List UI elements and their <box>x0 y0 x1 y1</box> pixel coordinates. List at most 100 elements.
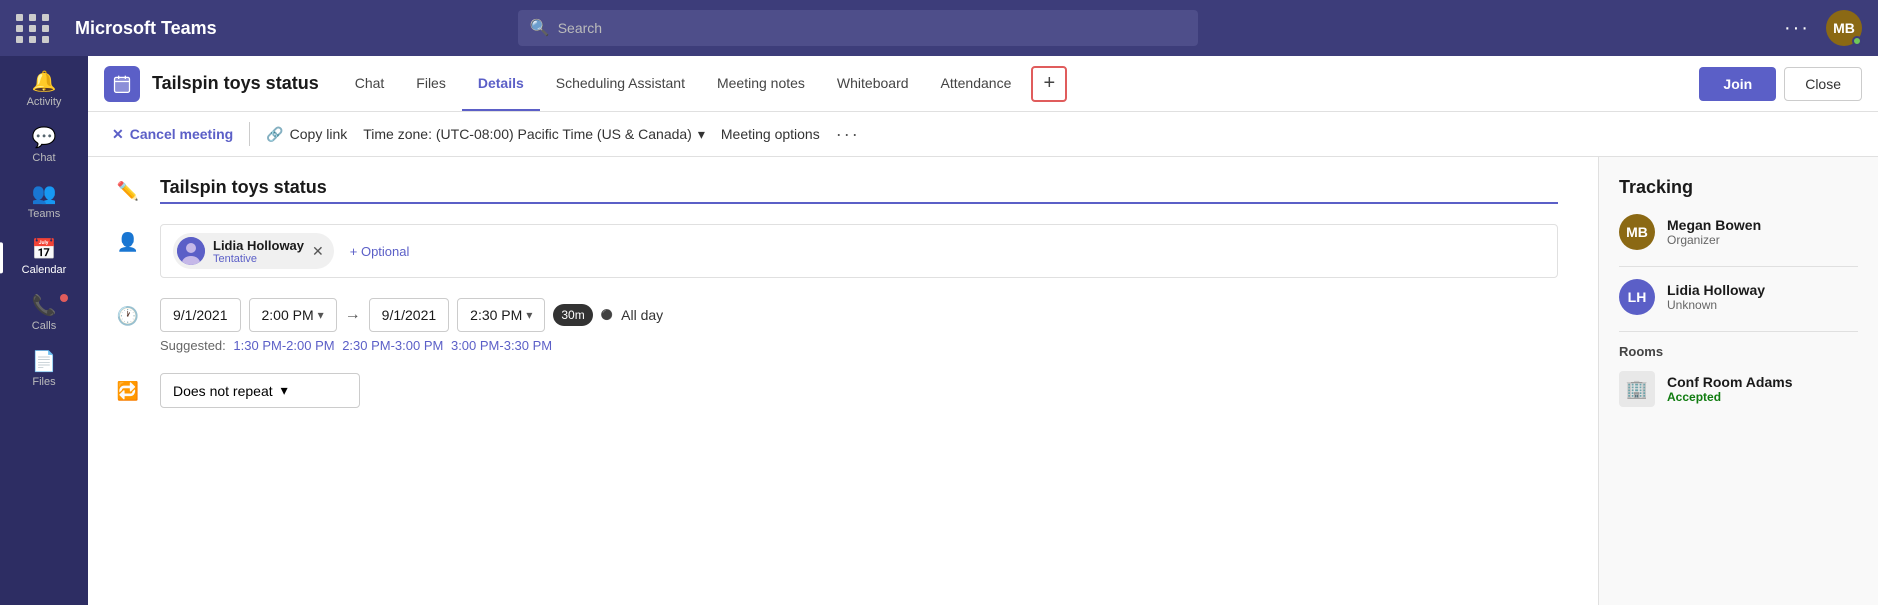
attendee-name: Lidia Holloway <box>213 238 304 253</box>
meeting-icon-box <box>104 66 140 102</box>
rooms-label: Rooms <box>1619 344 1858 359</box>
copy-link-button[interactable]: 🔗 Copy link <box>266 126 347 143</box>
room-info: Conf Room Adams Accepted <box>1667 374 1792 404</box>
sidebar-item-teams[interactable]: 👥 Teams <box>0 176 88 228</box>
repeat-value: Does not repeat <box>173 383 273 399</box>
room-name: Conf Room Adams <box>1667 374 1792 390</box>
sidebar-item-chat[interactable]: 💬 Chat <box>0 120 88 172</box>
timezone-button[interactable]: Time zone: (UTC-08:00) Pacific Time (US … <box>363 126 705 143</box>
search-icon: 🔍 <box>530 18 550 38</box>
search-bar[interactable]: 🔍 <box>518 10 1198 46</box>
action-divider <box>249 122 250 146</box>
sidebar-label-chat: Chat <box>32 152 55 164</box>
chat-icon: 💬 <box>32 128 57 148</box>
end-time-select[interactable]: 2:30 PM ▾ <box>457 298 545 332</box>
body-split: ✏️ 👤 <box>88 157 1878 605</box>
online-badge <box>1852 36 1862 46</box>
title-input[interactable] <box>160 173 1558 204</box>
tab-bar-right: Join Close <box>1699 67 1862 101</box>
sidebar-label-activity: Activity <box>27 96 62 108</box>
tab-attendance[interactable]: Attendance <box>925 56 1028 111</box>
teams-icon: 👥 <box>32 184 57 204</box>
duration-badge: 30m <box>553 304 592 326</box>
rooms-divider <box>1619 331 1858 332</box>
organizer-role: Organizer <box>1667 233 1761 247</box>
main-layout: 🔔 Activity 💬 Chat 👥 Teams 📅 Calendar 📞 C… <box>0 56 1878 605</box>
cancel-icon: ✕ <box>112 126 124 143</box>
start-date-input[interactable]: 9/1/2021 <box>160 298 241 332</box>
suggested-time-3[interactable]: 3:00 PM-3:30 PM <box>451 338 552 353</box>
action-bar: ✕ Cancel meeting 🔗 Copy link Time zone: … <box>88 112 1878 157</box>
attendee-status: Tentative <box>213 253 304 265</box>
tracking-person-2: LH Lidia Holloway Unknown <box>1619 279 1858 315</box>
attendee-info: Lidia Holloway Tentative <box>213 238 304 265</box>
cancel-label: Cancel meeting <box>130 126 233 142</box>
tab-bar: Tailspin toys status Chat Files Details … <box>88 56 1878 112</box>
tracking-person-1: MB Megan Bowen Organizer <box>1619 214 1858 250</box>
start-time-select[interactable]: 2:00 PM ▾ <box>249 298 337 332</box>
optional-button[interactable]: + Optional <box>350 244 410 259</box>
join-button[interactable]: Join <box>1699 67 1776 101</box>
suggested-label: Suggested: <box>160 338 226 353</box>
app-grid-icon[interactable] <box>16 14 51 43</box>
suggested-time-2[interactable]: 2:30 PM-3:00 PM <box>342 338 443 353</box>
tab-details[interactable]: Details <box>462 56 540 111</box>
attendee2-avatar: LH <box>1619 279 1655 315</box>
calendar-icon: 📅 <box>32 240 57 260</box>
title-row: ✏️ <box>112 173 1558 204</box>
tracking-title: Tracking <box>1619 177 1858 198</box>
end-time-value: 2:30 PM <box>470 307 522 323</box>
sidebar-label-calendar: Calendar <box>22 264 67 276</box>
sidebar-label-teams: Teams <box>28 208 60 220</box>
attendee-chip: Lidia Holloway Tentative ✕ <box>173 233 334 269</box>
avatar[interactable]: MB <box>1826 10 1862 46</box>
more-actions-icon[interactable]: ··· <box>836 124 860 145</box>
add-tab-button[interactable]: + <box>1031 66 1067 102</box>
cancel-meeting-button[interactable]: ✕ Cancel meeting <box>112 126 233 143</box>
organizer-avatar: MB <box>1619 214 1655 250</box>
meeting-options-button[interactable]: Meeting options <box>721 126 820 142</box>
room-status: Accepted <box>1667 390 1792 404</box>
top-bar-right: ··· MB <box>1784 10 1862 46</box>
repeat-icon: 🔁 <box>112 373 144 402</box>
files-icon: 📄 <box>32 352 57 372</box>
repeat-content: Does not repeat ▾ <box>160 373 1558 408</box>
sidebar-item-activity[interactable]: 🔔 Activity <box>0 64 88 116</box>
top-bar: Microsoft Teams 🔍 ··· MB <box>0 0 1878 56</box>
tab-files[interactable]: Files <box>400 56 462 111</box>
tab-scheduling[interactable]: Scheduling Assistant <box>540 56 701 111</box>
remove-attendee-button[interactable]: ✕ <box>312 243 324 260</box>
tab-whiteboard[interactable]: Whiteboard <box>821 56 925 111</box>
tab-chat[interactable]: Chat <box>339 56 401 111</box>
attendee-input-area[interactable]: Lidia Holloway Tentative ✕ + Optional <box>160 224 1558 278</box>
suggested-time-1[interactable]: 1:30 PM-2:00 PM <box>233 338 334 353</box>
sidebar: 🔔 Activity 💬 Chat 👥 Teams 📅 Calendar 📞 C… <box>0 56 88 605</box>
timezone-label: Time zone: (UTC-08:00) Pacific Time (US … <box>363 126 692 142</box>
tab-notes[interactable]: Meeting notes <box>701 56 821 111</box>
repeat-row: 🔁 Does not repeat ▾ <box>112 373 1558 408</box>
meeting-title: Tailspin toys status <box>152 73 319 94</box>
content-area: Tailspin toys status Chat Files Details … <box>88 56 1878 605</box>
repeat-select[interactable]: Does not repeat ▾ <box>160 373 360 408</box>
sidebar-label-calls: Calls <box>32 320 56 332</box>
sidebar-item-calendar[interactable]: 📅 Calendar <box>0 232 88 284</box>
clock-icon: 🕐 <box>112 298 144 327</box>
sidebar-item-calls[interactable]: 📞 Calls <box>0 288 88 340</box>
attendees-row: 👤 <box>112 224 1558 278</box>
start-time-value: 2:00 PM <box>262 307 314 323</box>
link-icon: 🔗 <box>266 126 283 143</box>
close-button[interactable]: Close <box>1784 67 1862 101</box>
more-options-icon[interactable]: ··· <box>1784 17 1810 40</box>
edit-icon: ✏️ <box>112 173 144 202</box>
attendees-content: Lidia Holloway Tentative ✕ + Optional <box>160 224 1558 278</box>
calls-badge <box>60 294 68 302</box>
attendee2-role: Unknown <box>1667 298 1765 312</box>
form-area: ✏️ 👤 <box>88 157 1598 605</box>
sidebar-item-files[interactable]: 📄 Files <box>0 344 88 396</box>
search-input[interactable] <box>558 20 1186 36</box>
tracking-divider <box>1619 266 1858 267</box>
room-item: 🏢 Conf Room Adams Accepted <box>1619 371 1858 407</box>
attendee2-info: Lidia Holloway Unknown <box>1667 282 1765 312</box>
end-date-input[interactable]: 9/1/2021 <box>369 298 450 332</box>
sidebar-label-files: Files <box>32 376 55 388</box>
